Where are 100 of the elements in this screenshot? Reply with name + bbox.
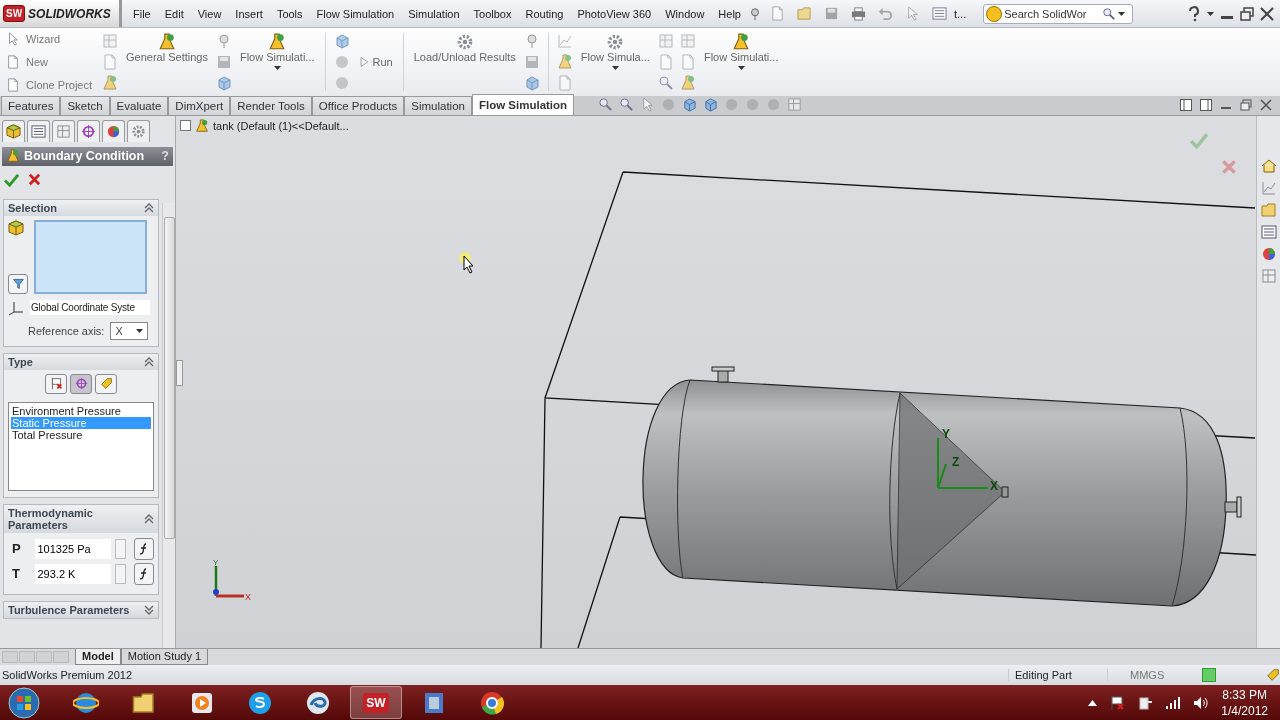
sheet-tab[interactable]: Motion Study 1 — [120, 648, 209, 666]
parameter-field[interactable]: 293.2 K — [35, 563, 112, 584]
panel-tab[interactable] — [127, 119, 150, 142]
grid-icon[interactable] — [787, 97, 803, 113]
signal-icon[interactable] — [1165, 694, 1182, 711]
box-icon[interactable] — [215, 74, 232, 91]
pointer-icon[interactable] — [640, 97, 656, 113]
toolbar-overflow[interactable]: t... — [946, 7, 974, 20]
panel-tab[interactable] — [2, 119, 25, 142]
menu-item[interactable]: View — [190, 7, 229, 20]
taskbar-button[interactable]: SW — [350, 686, 402, 720]
panel-tab[interactable] — [52, 119, 75, 142]
restore-icon[interactable] — [1240, 98, 1252, 111]
menu-item[interactable]: Insert — [228, 7, 270, 20]
collapse-icon[interactable] — [144, 356, 154, 367]
flask-icon[interactable] — [102, 74, 118, 91]
filter-button[interactable] — [8, 273, 28, 294]
sheet-tab[interactable]: Model — [75, 648, 121, 666]
check-icon[interactable] — [1190, 130, 1208, 149]
close-icon[interactable] — [27, 171, 42, 187]
close-icon[interactable] — [1260, 98, 1272, 111]
tree-item[interactable]: tank (Default (1)<<Default... — [213, 119, 349, 132]
scrollbar[interactable] — [162, 202, 175, 648]
show-hidden-icon[interactable] — [1088, 699, 1098, 706]
formula-button[interactable] — [134, 537, 154, 560]
tag-icon[interactable] — [1266, 668, 1280, 683]
printer-icon[interactable] — [850, 6, 866, 21]
clock[interactable]: 8:33 PM 1/4/2012 — [1221, 686, 1268, 719]
command-button[interactable]: Flow Simula... — [578, 31, 652, 93]
play-icon[interactable] — [190, 690, 214, 715]
list-item[interactable]: Environment Pressure — [11, 404, 151, 417]
panel-tab[interactable] — [102, 119, 125, 142]
command-button[interactable]: General Settings — [124, 31, 210, 93]
menu-item[interactable]: Tools — [269, 7, 310, 20]
check-icon[interactable] — [4, 171, 19, 187]
panel-tab[interactable] — [77, 119, 100, 142]
list-icon[interactable] — [931, 6, 947, 21]
start-button[interactable] — [8, 686, 40, 719]
command-button[interactable]: Load/Unload Results — [411, 31, 518, 93]
menu-item[interactable]: Simulation — [401, 7, 467, 20]
save-icon[interactable] — [823, 6, 839, 21]
caret-icon[interactable] — [737, 66, 745, 70]
box-icon[interactable] — [333, 33, 350, 49]
splitter-handle[interactable] — [176, 359, 183, 386]
box-icon[interactable] — [703, 97, 719, 113]
close-icon[interactable] — [1260, 6, 1274, 21]
chart-icon[interactable] — [1260, 179, 1277, 196]
flask-icon[interactable] — [556, 53, 573, 70]
chat-icon[interactable] — [247, 689, 273, 716]
parameter-field[interactable]: 101325 Pa — [35, 538, 112, 559]
caret-icon[interactable] — [273, 66, 281, 70]
app-logo[interactable]: SW SOLIDWORKS — [0, 0, 122, 27]
new-document-icon[interactable] — [6, 54, 20, 69]
menu-item[interactable]: PhotoView 360 — [570, 7, 659, 20]
list-icon[interactable] — [1260, 223, 1277, 240]
restore-icon[interactable] — [1240, 6, 1254, 21]
caret-icon[interactable] — [611, 66, 619, 70]
app-badge[interactable]: SW — [363, 692, 389, 713]
split-view-icon[interactable] — [1200, 98, 1212, 111]
list-item[interactable]: Total Pressure — [11, 428, 151, 441]
caret-icon[interactable] — [136, 328, 144, 333]
flask-icon[interactable] — [195, 118, 209, 133]
zoom-icon[interactable] — [619, 97, 635, 113]
coordinate-system-field[interactable]: Global Coordinate Syste — [30, 300, 150, 316]
menu-item[interactable]: File — [126, 7, 158, 20]
formula-button[interactable] — [134, 562, 154, 585]
flask-icon[interactable] — [679, 74, 696, 91]
box-icon[interactable] — [523, 74, 540, 91]
command-button[interactable]: Flow Simulati... — [701, 31, 781, 93]
command-button[interactable]: Run — [355, 31, 395, 93]
undo-icon[interactable] — [877, 6, 893, 21]
browser-icon[interactable] — [479, 689, 505, 716]
flag-icon[interactable] — [1109, 694, 1126, 711]
axis-dropdown[interactable]: X — [110, 321, 149, 340]
panel-tab[interactable] — [27, 119, 50, 142]
command-button[interactable]: New — [4, 53, 96, 70]
box-icon[interactable] — [682, 97, 698, 113]
command-button[interactable]: Clone Project — [4, 76, 96, 93]
film-icon[interactable] — [422, 690, 446, 715]
command-button[interactable]: Flow Simulati... — [237, 31, 317, 93]
type-button[interactable] — [95, 373, 117, 394]
search-box[interactable]: Search SolidWor — [983, 3, 1134, 24]
new-document-icon[interactable] — [769, 6, 785, 21]
type-button[interactable] — [45, 373, 67, 394]
selection-list[interactable] — [34, 219, 147, 294]
swirl-icon[interactable] — [305, 689, 331, 716]
collapse-icon[interactable] — [144, 513, 154, 524]
menu-item[interactable]: Flow Simulation — [309, 7, 402, 20]
color-wheel-icon[interactable] — [1260, 245, 1277, 262]
command-button[interactable]: Wizard — [4, 31, 96, 47]
collapse-icon[interactable] — [144, 202, 154, 213]
save-icon[interactable] — [523, 53, 540, 70]
caret-icon[interactable] — [1207, 11, 1214, 16]
menu-item[interactable]: Toolbox — [466, 7, 519, 20]
save-icon[interactable] — [215, 53, 232, 70]
menu-item[interactable]: Help — [711, 7, 748, 20]
pointer-icon[interactable] — [6, 32, 20, 46]
expand-icon[interactable] — [180, 120, 191, 132]
split-view-icon[interactable] — [1180, 98, 1192, 111]
menu-item[interactable]: Routing — [518, 7, 571, 20]
